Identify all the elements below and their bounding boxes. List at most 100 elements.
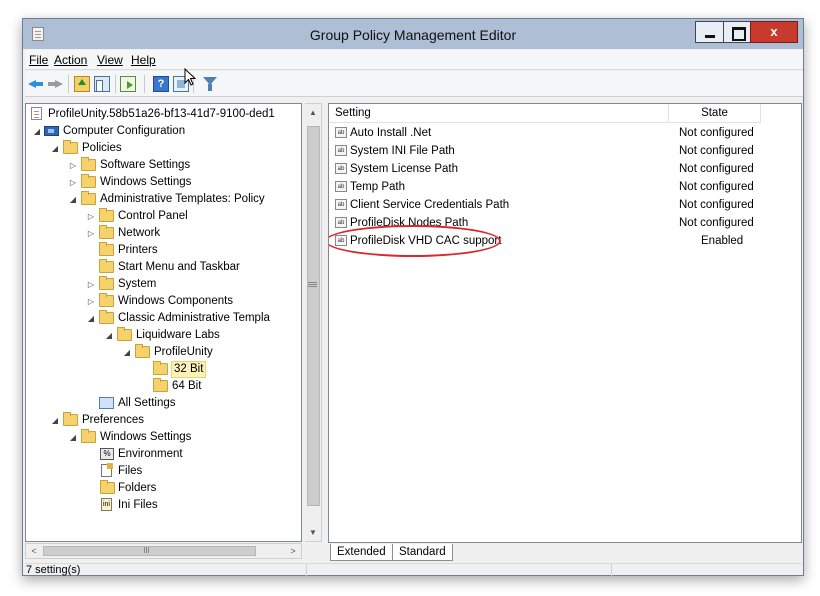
all-settings-icon (99, 397, 114, 409)
setting-name: Temp Path (350, 181, 405, 193)
expand-arrow-icon[interactable]: ▷ (86, 293, 96, 310)
tree-node-label: Files (118, 465, 143, 477)
files-icon (101, 463, 113, 477)
folder-icon (99, 310, 114, 324)
folder-icon (153, 361, 168, 375)
folder-icon (117, 327, 132, 341)
up-folder-icon[interactable] (74, 76, 90, 92)
scroll-left-icon[interactable]: < (26, 544, 42, 558)
list-row[interactable]: ab Auto Install .Net Not configured (329, 124, 799, 142)
setting-state: Not configured (679, 145, 754, 157)
expand-arrow-icon[interactable]: ▷ (68, 174, 78, 191)
tree-node-label: Printers (118, 244, 158, 256)
scroll-grip (144, 547, 145, 553)
close-button[interactable]: x (750, 21, 798, 43)
collapse-arrow-icon[interactable]: ◢ (104, 327, 114, 344)
tree-node-label: All Settings (118, 397, 176, 409)
setting-name: System INI File Path (350, 145, 455, 157)
back-arrow-icon[interactable] (28, 76, 44, 92)
ini-file-icon: ini (101, 498, 112, 511)
tree-node-label: Windows Settings (100, 176, 192, 188)
setting-state: Not configured (679, 127, 754, 139)
settings-list[interactable]: Setting State ab Auto Install .Net Not c… (328, 103, 802, 543)
policy-setting-icon: ab (335, 127, 347, 138)
maximize-button[interactable] (723, 21, 751, 43)
collapse-arrow-icon[interactable]: ◢ (32, 123, 42, 140)
expand-arrow-icon[interactable]: ▷ (86, 225, 96, 242)
tree-node-label: Liquidware Labs (136, 329, 220, 341)
folder-icon (99, 293, 114, 307)
tree-node-label: Windows Settings (100, 431, 192, 443)
tree-node-label: Policies (82, 142, 122, 154)
tree-vertical-scrollbar[interactable]: ▲ ▼ (305, 103, 322, 542)
help-icon[interactable]: ? (153, 76, 169, 92)
column-header-setting[interactable]: Setting (329, 104, 669, 123)
tree-node-label: 64 Bit (172, 380, 202, 392)
tree-node-label: Network (118, 227, 161, 239)
tree-node-label: Environment (118, 448, 183, 460)
folder-icon (81, 174, 96, 188)
menu-help[interactable]: Help (131, 53, 156, 67)
tree-node-label: Software Settings (100, 159, 191, 171)
folder-icon (81, 157, 96, 171)
expand-arrow-icon[interactable]: ▷ (86, 208, 96, 225)
status-bar: 7 setting(s) (25, 563, 802, 576)
setting-state: Not configured (679, 199, 754, 211)
folder-icon (153, 378, 168, 392)
list-row[interactable]: ab Temp Path Not configured (329, 178, 799, 196)
policy-setting-icon: ab (335, 145, 347, 156)
setting-state: Enabled (701, 235, 744, 247)
list-row[interactable]: ab Client Service Credentials Path Not c… (329, 196, 799, 214)
scroll-thumb[interactable] (43, 546, 256, 556)
folder-icon (99, 225, 114, 239)
tree-node-label: 32 Bit (171, 361, 207, 378)
collapse-arrow-icon[interactable]: ◢ (86, 310, 96, 327)
view-tabs: Extended Standard (328, 544, 802, 562)
collapse-arrow-icon[interactable]: ◢ (68, 429, 78, 446)
show-hide-console-tree-icon[interactable] (94, 76, 110, 92)
scroll-up-icon[interactable]: ▲ (305, 104, 321, 121)
menu-action[interactable]: Action (54, 53, 87, 67)
tree-horizontal-scrollbar[interactable]: < > (25, 543, 302, 559)
tree-node-label: Start Menu and Taskbar (118, 261, 240, 273)
toolbar-separator (115, 75, 116, 93)
export-list-icon[interactable] (120, 76, 136, 92)
title-bar[interactable]: Group Policy Management Editor x (23, 19, 803, 49)
policy-setting-icon: ab (335, 217, 347, 228)
setting-name: System License Path (350, 163, 459, 175)
tree-node-label: Folders (118, 482, 157, 494)
scroll-thumb[interactable] (307, 126, 320, 506)
filter-icon[interactable] (203, 76, 219, 92)
expand-arrow-icon[interactable]: ▷ (68, 157, 78, 174)
menu-file[interactable]: File (29, 53, 48, 67)
folder-icon (99, 259, 114, 273)
collapse-arrow-icon[interactable]: ◢ (50, 412, 60, 429)
policy-setting-icon: ab (335, 199, 347, 210)
status-text: 7 setting(s) (26, 564, 81, 576)
column-header-state[interactable]: State (669, 104, 761, 123)
tree-node-label: Preferences (82, 414, 145, 426)
folder-icon (81, 429, 96, 443)
list-row[interactable]: ab System License Path Not configured (329, 160, 799, 178)
menu-view[interactable]: View (97, 53, 123, 67)
collapse-arrow-icon[interactable]: ◢ (50, 140, 60, 157)
expand-arrow-icon[interactable]: ▷ (86, 276, 96, 293)
scroll-right-icon[interactable]: > (285, 544, 301, 558)
setting-name: Auto Install .Net (350, 127, 432, 139)
console-tree[interactable]: ProfileUnity.58b51a26-bf13-41d7-9100-ded… (25, 103, 302, 542)
minimize-button[interactable] (695, 21, 724, 43)
folder-icon (81, 191, 96, 205)
list-row-highlighted[interactable]: ab ProfileDisk VHD CAC support Enabled (329, 225, 799, 257)
scroll-grip (308, 282, 317, 283)
collapse-arrow-icon[interactable]: ◢ (68, 191, 78, 208)
tree-node-label: Classic Administrative Templa (118, 312, 270, 324)
collapse-arrow-icon[interactable]: ◢ (122, 344, 132, 361)
forward-arrow-icon[interactable] (47, 76, 63, 92)
folder-icon (135, 344, 150, 358)
tab-extended[interactable]: Extended (330, 544, 393, 561)
list-row[interactable]: ab System INI File Path Not configured (329, 142, 799, 160)
environment-icon: % (100, 448, 114, 460)
setting-name: Client Service Credentials Path (350, 199, 510, 211)
tab-standard[interactable]: Standard (392, 544, 453, 561)
scroll-down-icon[interactable]: ▼ (305, 524, 321, 541)
